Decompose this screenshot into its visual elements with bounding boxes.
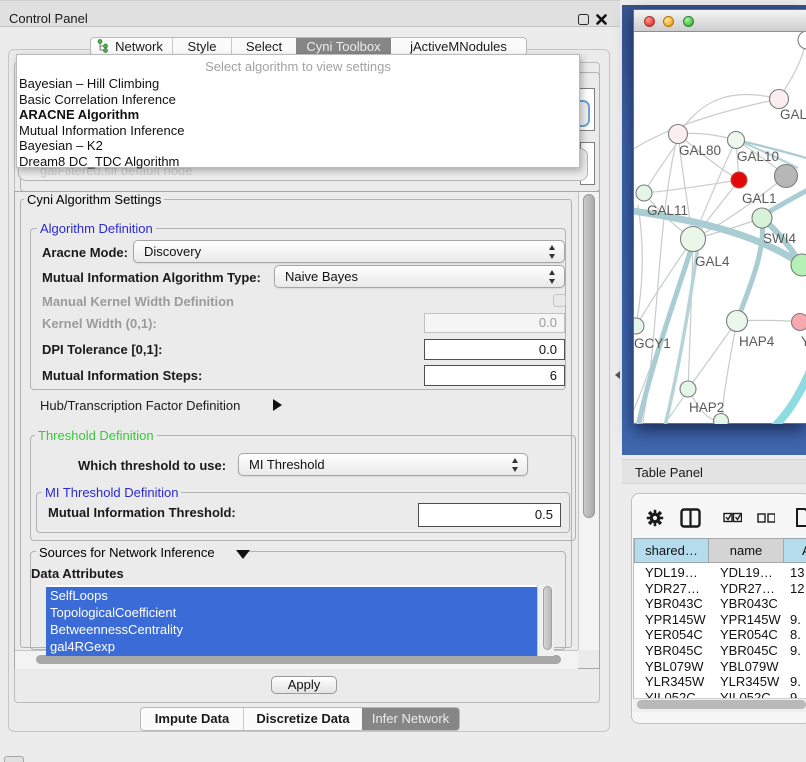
svg-text:Y: Y	[801, 334, 806, 349]
svg-text:GCY1: GCY1	[634, 336, 671, 351]
svg-text:GAL1: GAL1	[742, 191, 777, 206]
svg-text:GAL80: GAL80	[679, 143, 721, 158]
svg-text:GAL10: GAL10	[737, 149, 779, 164]
svg-text:GAL4: GAL4	[695, 254, 730, 269]
svg-text:GAL: GAL	[780, 107, 806, 122]
svg-text:HAP4: HAP4	[739, 334, 775, 349]
svg-text:GAL11: GAL11	[647, 203, 688, 218]
svg-text:HAP2: HAP2	[689, 400, 724, 415]
svg-text:SWI4: SWI4	[763, 231, 796, 246]
